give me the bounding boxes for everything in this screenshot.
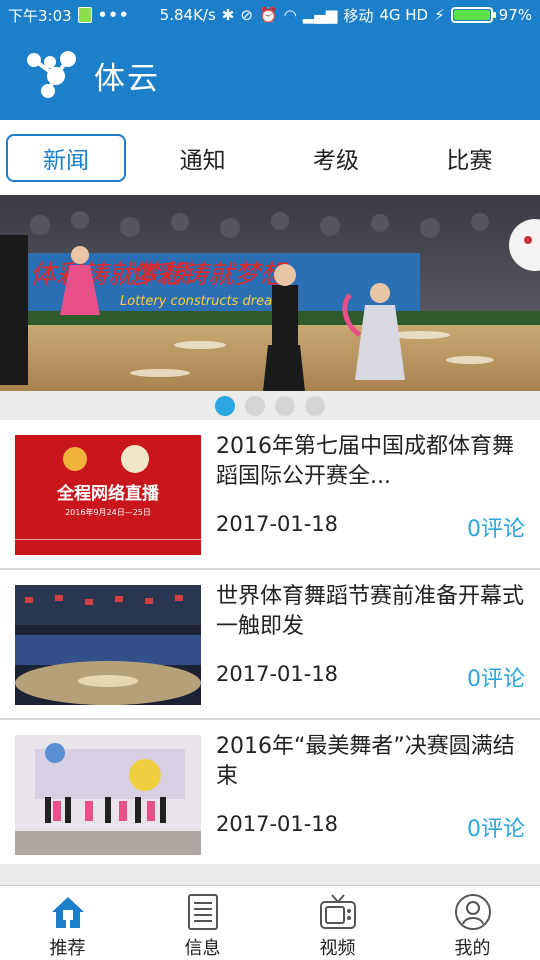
nav-recommend[interactable]: 推荐 xyxy=(0,886,135,960)
nav-label: 视频 xyxy=(319,938,356,959)
battery-icon xyxy=(450,7,496,23)
banner-slogan-en: Lottery constructs dream xyxy=(120,294,285,309)
carrier-name: 移动 xyxy=(343,6,374,25)
tab-notices[interactable]: 通知 xyxy=(136,134,269,182)
app-notification-icon xyxy=(77,7,92,23)
tab-news[interactable]: 新闻 xyxy=(6,133,126,182)
nav-label: 信息 xyxy=(184,938,221,959)
news-thumbnail[interactable]: 全程网络直播 2016年9月24日—25日 xyxy=(15,435,201,555)
alarm-icon: ⏰ xyxy=(258,6,278,24)
category-tabs: 新闻 通知 考级 比赛 xyxy=(0,120,540,195)
more-notifications-icon: ••• xyxy=(97,6,130,24)
nav-info[interactable]: 信息 xyxy=(135,886,270,960)
app-logo-icon xyxy=(27,51,76,98)
charging-icon: ⚡ xyxy=(434,6,445,24)
nav-video[interactable]: 视频 xyxy=(270,886,405,960)
news-title[interactable]: 2016年第七届中国成都体育舞蹈国际公开赛全... xyxy=(216,432,526,492)
news-item[interactable]: 世界体育舞蹈节赛前准备开幕式一触即发 2017-01-18 0评论 xyxy=(0,570,540,720)
home-icon xyxy=(51,897,84,928)
news-comment-count[interactable]: 0评论 xyxy=(467,661,525,693)
news-comment-count[interactable]: 0评论 xyxy=(467,811,525,843)
news-date: 2017-01-18 xyxy=(216,662,339,686)
bluetooth-icon: ✱ xyxy=(221,6,235,24)
mute-icon: ⊘ xyxy=(240,6,253,24)
carousel-dot-1[interactable] xyxy=(215,395,235,416)
news-title[interactable]: 2016年“最美舞者”决赛圆满结束 xyxy=(216,732,526,792)
news-comment-count[interactable]: 0评论 xyxy=(467,511,525,543)
carousel-dot-4[interactable] xyxy=(305,395,325,416)
carousel-dot-3[interactable] xyxy=(275,395,295,416)
app-screen: 下午3:03 ••• 5.84K/s ✱ ⊘ ⏰ ◠ ▂▄▆ 移动 4G HD … xyxy=(0,0,540,960)
wifi-icon: ◠ xyxy=(283,6,297,24)
status-bar: 下午3:03 ••• 5.84K/s ✱ ⊘ ⏰ ◠ ▂▄▆ 移动 4G HD … xyxy=(0,0,540,30)
banner-slogan-main: 体彩铸就梦想 xyxy=(130,260,289,290)
profile-icon xyxy=(454,894,491,930)
banner-image[interactable]: 体彩铸就梦想 体彩铸就梦想 Lottery constructs dream xyxy=(0,195,540,391)
tab-grading[interactable]: 考级 xyxy=(269,134,402,182)
news-title[interactable]: 世界体育舞蹈节赛前准备开幕式一触即发 xyxy=(216,582,526,642)
network-type: 4G HD xyxy=(379,6,429,24)
nav-label: 我的 xyxy=(454,938,491,959)
nav-mine[interactable]: 我的 xyxy=(405,886,540,960)
document-icon xyxy=(187,894,218,930)
svg-text:全程网络直播: 全程网络直播 xyxy=(56,483,160,504)
news-item[interactable]: 2016年“最美舞者”决赛圆满结束 2017-01-18 0评论 xyxy=(0,720,540,864)
news-thumbnail[interactable] xyxy=(15,735,201,855)
carousel-indicator xyxy=(0,391,540,420)
news-list: 全程网络直播 2016年9月24日—25日 2016年第七届中国成都体育舞蹈国际… xyxy=(0,420,540,864)
app-bar: 体云 xyxy=(0,30,540,120)
svg-text:2016年9月24日—25日: 2016年9月24日—25日 xyxy=(65,507,151,517)
nav-label: 推荐 xyxy=(49,938,86,959)
app-title: 体云 xyxy=(94,60,160,97)
banner-carousel[interactable]: 体彩铸就梦想 体彩铸就梦想 Lottery constructs dream xyxy=(0,195,540,391)
news-date: 2017-01-18 xyxy=(216,512,339,536)
status-time: 下午3:03 xyxy=(8,6,72,25)
news-item[interactable]: 全程网络直播 2016年9月24日—25日 2016年第七届中国成都体育舞蹈国际… xyxy=(0,420,540,570)
signal-icon: ▂▄▆ xyxy=(302,6,338,24)
carousel-dot-2[interactable] xyxy=(245,395,265,416)
bottom-navigation: 推荐 信息 视频 我的 xyxy=(0,885,540,960)
tv-icon xyxy=(319,894,356,929)
news-thumbnail[interactable] xyxy=(15,585,201,705)
battery-percent: 97% xyxy=(498,6,532,24)
network-speed: 5.84K/s xyxy=(159,6,216,24)
news-date: 2017-01-18 xyxy=(216,812,339,836)
tab-competitions[interactable]: 比赛 xyxy=(403,134,536,182)
